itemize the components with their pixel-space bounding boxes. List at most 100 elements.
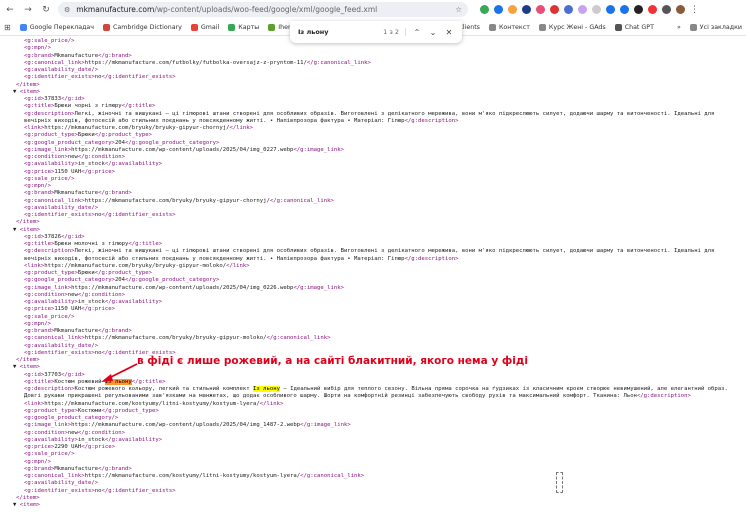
annotation-arrow-icon <box>101 363 138 382</box>
bookmark-item[interactable]: Google Перекладач <box>19 23 95 31</box>
xml-line: </item> <box>16 494 40 501</box>
extension-icon[interactable] <box>536 5 545 14</box>
xml-line: <g:mpn/> <box>24 183 51 189</box>
bookmark-favicon-icon <box>190 23 198 31</box>
xml-line: <g:google_product_category>204</g:google… <box>24 139 220 146</box>
xml-line: <g:price>1150 UAH</g:price> <box>24 306 115 313</box>
xml-line: <g:identifier_exists>no</g:identifier_ex… <box>24 74 176 81</box>
xml-line: <g:description>Легкі, жіночні та вишукан… <box>24 110 715 117</box>
bookmark-item[interactable]: Карты <box>228 23 260 31</box>
xml-line: <g:identifier_exists>no</g:identifier_ex… <box>24 487 176 494</box>
xml-line: <g:brand>Mkmanufacture</g:brand> <box>24 328 132 334</box>
bookmark-item[interactable]: Усі закладки <box>689 24 742 31</box>
xml-line: <g:condition>new</g:condition> <box>24 429 126 436</box>
menu-icon[interactable]: ⋮ <box>690 5 699 15</box>
search-match-highlight: Із льону <box>253 386 280 392</box>
bookmark-item[interactable]: Контекст <box>488 24 530 31</box>
find-count: 1 з 2 <box>383 28 406 36</box>
back-button[interactable]: ← <box>4 5 16 15</box>
extension-icon[interactable] <box>508 5 517 14</box>
folder-icon <box>689 24 697 31</box>
xml-line: вечірніх виходів, фотосесій або стильних… <box>24 117 459 124</box>
xml-line: <g:availability>in_stock</g:availability… <box>24 161 163 168</box>
xml-line: <g:image_link>https://mkmanufacture.com/… <box>24 146 344 153</box>
extension-icon[interactable] <box>592 5 601 14</box>
bookmark-label: Усі закладки <box>699 24 742 31</box>
folder-icon <box>538 24 546 31</box>
extension-icon[interactable] <box>578 5 587 14</box>
xml-line: <g:product_type>Брюки</g:product_type> <box>24 270 152 276</box>
puzzle-icon[interactable] <box>662 5 671 14</box>
find-next-button[interactable]: ⌄ <box>428 28 438 37</box>
xml-line: </item> <box>16 219 40 226</box>
apps-icon[interactable]: ⊞ <box>4 23 11 32</box>
xml-line: <g:availability_date/> <box>24 204 99 211</box>
xml-line: вечірніх виходів, фотосесій або стильних… <box>24 255 459 262</box>
xml-line: <g:description>Легкі, жіночні та вишукан… <box>24 248 715 255</box>
xml-line: <g:sale_price/> <box>24 451 75 458</box>
xml-line: <g:canonical_link>https://mkmanufacture.… <box>24 473 365 479</box>
extensions-bar: ⋮ <box>480 5 699 15</box>
extension-icon[interactable] <box>550 5 559 14</box>
bookmark-item[interactable]: » <box>677 24 681 31</box>
xml-line: <g:product_type>Костюми</g:product_type> <box>24 407 159 414</box>
xml-line: <g:title>Брюки чорні з гіпюру</g:title> <box>24 103 156 110</box>
xml-item-toggle[interactable]: ▼ <item> <box>0 502 746 509</box>
find-bar: Із льону 1 з 2 ⌃ ⌄ ✕ <box>290 21 462 43</box>
xml-line: <g:availability>in_stock</g:availability… <box>24 299 163 305</box>
xml-line: <g:google_product_category/> <box>24 415 119 421</box>
xml-line: <g:mpn/> <box>24 458 51 465</box>
annotation-text: в фіді є лише рожевий, а на сайті блакит… <box>137 355 528 367</box>
bookmark-label: Карты <box>238 23 260 31</box>
url-host: mkmanufacture.com <box>76 5 155 14</box>
xml-item-toggle[interactable]: ▼ <item> <box>0 227 746 234</box>
bookmark-label: Gmail <box>200 23 220 31</box>
xml-line: <g:id>37833</g:id> <box>24 96 85 102</box>
browser-toolbar: ← → ↻ ⚙ mkmanufacture.com/wp-content/upl… <box>0 0 746 19</box>
xml-line: <g:price>1150 UAH</g:price> <box>24 168 115 175</box>
bookmark-label: Cambridge Dictionary <box>113 23 182 31</box>
bookmark-item[interactable]: Курс Жені - GAds <box>538 24 606 31</box>
extension-icon[interactable] <box>564 5 573 14</box>
reload-button[interactable]: ↻ <box>40 5 52 15</box>
record-icon[interactable] <box>648 5 657 14</box>
site-info-icon[interactable]: ⚙ <box>64 6 70 14</box>
bookmark-item[interactable]: Chat GPT <box>614 24 654 31</box>
avatar[interactable] <box>676 5 685 14</box>
eyedropper-icon[interactable] <box>634 5 643 14</box>
extension-icon[interactable] <box>494 5 503 14</box>
xml-line: <g:sale_price/> <box>24 313 75 320</box>
xml-line: <g:google_product_category>204</g:google… <box>24 277 220 284</box>
bookmark-star-icon[interactable]: ☆ <box>455 5 462 14</box>
xml-line: <g:canonical_link>https://mkmanufacture.… <box>24 197 334 204</box>
find-close-button[interactable]: ✕ <box>444 28 454 37</box>
extension-icon[interactable] <box>522 5 531 14</box>
extension-icon[interactable] <box>606 5 615 14</box>
forward-button[interactable]: → <box>22 5 34 15</box>
folder-icon <box>488 24 496 31</box>
address-bar[interactable]: ⚙ mkmanufacture.com/wp-content/uploads/w… <box>58 2 468 17</box>
bookmark-favicon-icon <box>228 23 236 31</box>
bookmarks-bar-right: Clients Контекст Курс Жені - GAds Chat GPT»… <box>448 19 742 36</box>
xml-line: <g:condition>new</g:condition> <box>24 154 126 160</box>
find-prev-button[interactable]: ⌃ <box>412 28 422 37</box>
xml-line: <g:availability_date/> <box>24 342 99 349</box>
extension-icon[interactable] <box>620 5 629 14</box>
selection-marquee <box>556 472 563 493</box>
xml-line: <link>https://mkmanufacture.com/kostyumy… <box>24 400 284 407</box>
xml-line: <g:price>2290 UAH</g:price> <box>24 444 115 450</box>
xml-line: <link>https://mkmanufacture.com/bryuky/b… <box>24 125 254 131</box>
extension-icon[interactable] <box>480 5 489 14</box>
xml-line: <g:product_type>Брюки</g:product_type> <box>24 132 152 139</box>
url-path: /wp-content/uploads/woo-feed/google/xml/… <box>154 5 378 14</box>
find-input[interactable]: Із льону <box>298 28 377 36</box>
bookmark-label: » <box>676 24 681 31</box>
bookmark-label: Google Перекладач <box>29 23 95 31</box>
xml-line: <g:availability_date/> <box>24 480 99 487</box>
bookmark-item[interactable]: Cambridge Dictionary <box>103 23 182 31</box>
xml-item-toggle[interactable]: ▼ <item> <box>0 89 746 96</box>
bookmark-item[interactable]: Gmail <box>190 23 220 31</box>
bookmark-favicon-icon <box>19 23 27 31</box>
bookmark-label: Курс Жені - GAds <box>548 24 606 31</box>
xml-line: <g:brand>Mkmanufacture</g:brand> <box>24 190 132 197</box>
